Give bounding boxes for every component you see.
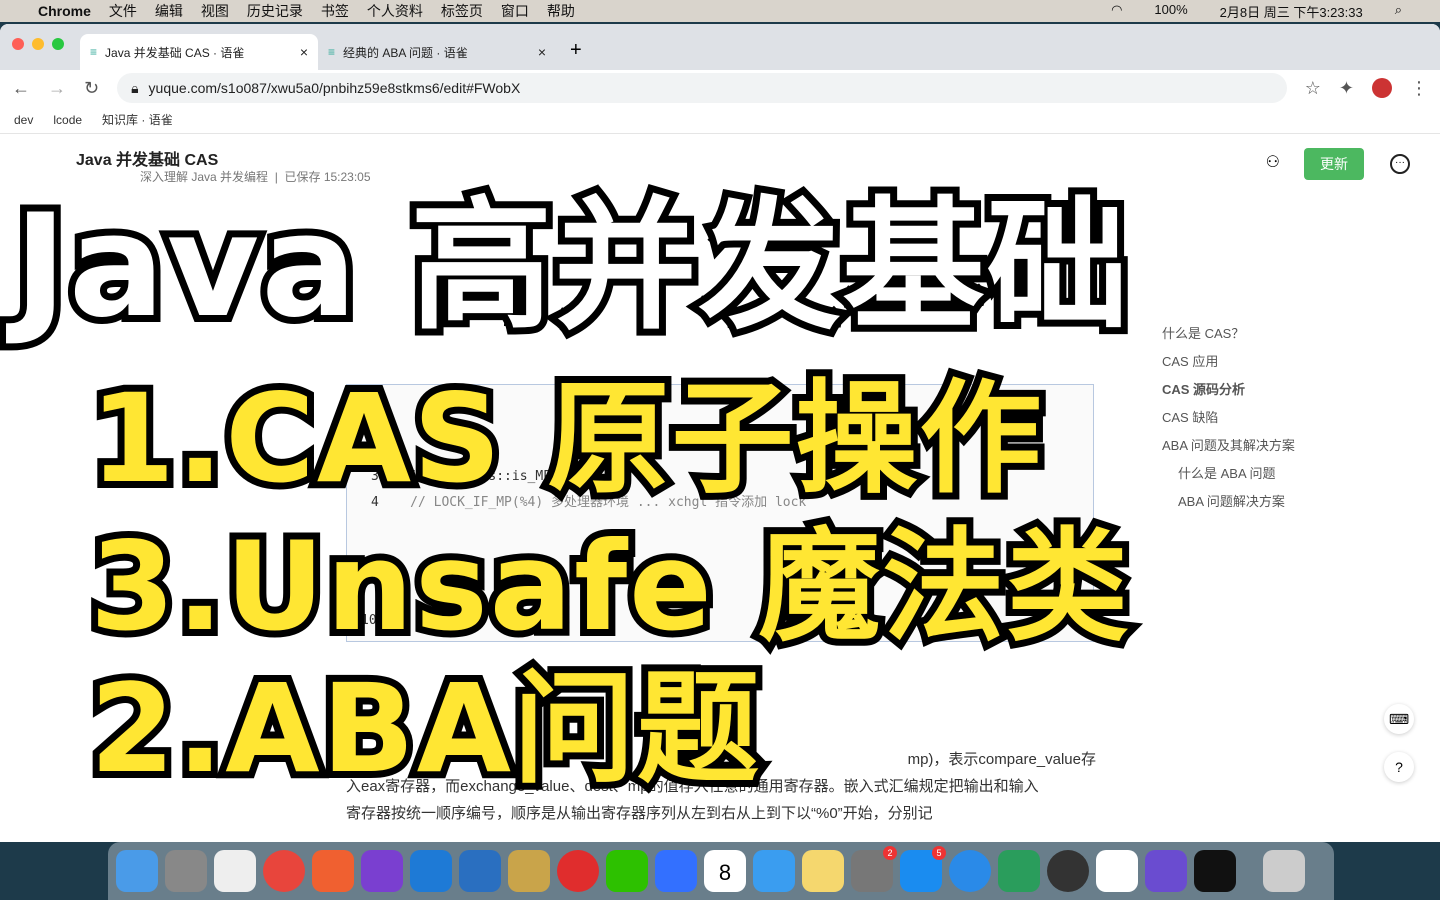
toc-item[interactable]: ABA 问题解决方案 <box>1162 488 1295 516</box>
maximize-window-button[interactable] <box>52 38 64 50</box>
calendar-icon[interactable]: 8 <box>704 850 746 892</box>
menu-item[interactable]: 书签 <box>321 1 349 21</box>
pen-app-icon[interactable] <box>312 850 354 892</box>
menu-item[interactable]: 文件 <box>109 1 137 21</box>
keyboard-icon[interactable]: ⌨ <box>1384 704 1414 734</box>
apple-tv-icon[interactable] <box>1194 850 1236 892</box>
overlay-title: Java 高并发基础 <box>7 177 1135 356</box>
feishu-icon[interactable] <box>655 850 697 892</box>
dock: 8 2 5 <box>108 842 1334 900</box>
toc-item[interactable]: CAS 应用 <box>1162 348 1295 376</box>
finder-icon[interactable] <box>116 850 158 892</box>
reload-icon[interactable]: ↻ <box>84 78 99 99</box>
toc-item[interactable]: CAS 缺陷 <box>1162 404 1295 432</box>
menu-item[interactable]: 历史记录 <box>247 1 303 21</box>
badge: 5 <box>932 846 946 860</box>
launchpad-icon[interactable] <box>165 850 207 892</box>
table-of-contents: 什么是 CAS？ CAS 应用 CAS 源码分析 CAS 缺陷 ABA 问题及其… <box>1162 320 1295 516</box>
menu-item[interactable]: 编辑 <box>155 1 183 21</box>
toc-item[interactable]: 什么是 CAS？ <box>1162 320 1295 348</box>
wifi-icon[interactable]: ◠ <box>1111 2 1122 21</box>
close-window-button[interactable] <box>12 38 24 50</box>
url-text: yuque.com/s1o087/xwu5a0/pnbihz59e8stkms6… <box>148 80 521 96</box>
forward-icon[interactable]: → <box>48 78 66 99</box>
battery-text[interactable]: 100% <box>1154 2 1187 21</box>
toc-item[interactable]: CAS 源码分析 <box>1162 376 1295 404</box>
pycharm-icon[interactable] <box>1145 850 1187 892</box>
messages-icon[interactable] <box>753 850 795 892</box>
address-bar[interactable]: 🔒︎ yuque.com/s1o087/xwu5a0/pnbihz59e8stkm… <box>117 73 1287 103</box>
new-tab-button[interactable]: + <box>570 39 582 62</box>
close-tab-icon[interactable]: × <box>300 44 308 60</box>
menu-bar: Chrome 文件 编辑 视图 历史记录 书签 个人资料 标签页 窗口 帮助 ◠… <box>0 0 1440 22</box>
menu-icon[interactable]: ⋮ <box>1410 78 1428 99</box>
database-icon[interactable] <box>508 850 550 892</box>
menu-item[interactable]: 帮助 <box>547 1 575 21</box>
bookmarks-bar: dev lcode 知识库 · 语雀 <box>0 106 1440 134</box>
bookmark-yuque[interactable]: 知识库 · 语雀 <box>102 111 173 128</box>
yuque-icon: ≡ <box>90 45 98 59</box>
close-tab-icon[interactable]: × <box>538 44 546 60</box>
wireshark-icon[interactable] <box>459 850 501 892</box>
toc-item[interactable]: ABA 问题及其解决方案 <box>1162 432 1295 460</box>
more-icon[interactable]: ··· <box>1390 154 1410 174</box>
update-button[interactable]: 更新 <box>1304 148 1364 180</box>
tab-title: 经典的 ABA 问题 · 语雀 <box>343 45 468 60</box>
bookmark-lcode[interactable]: lcode <box>53 113 82 127</box>
typora-icon[interactable] <box>214 850 256 892</box>
tab-bar: ≡ Java 并发基础 CAS · 语雀 × ≡ 经典的 ABA 问题 · 语雀 × + <box>0 24 1440 70</box>
vscode-icon[interactable] <box>410 850 452 892</box>
app-store-icon[interactable]: 5 <box>900 846 946 892</box>
add-collaborator-icon[interactable]: ⚇ <box>1266 152 1280 172</box>
yuque-icon: ≡ <box>328 45 336 59</box>
back-icon[interactable]: ← <box>12 78 30 99</box>
toolbar: ← → ↻ 🔒︎ yuque.com/s1o087/xwu5a0/pnbihz59e8… <box>0 70 1440 106</box>
toc-item[interactable]: 什么是 ABA 问题 <box>1162 460 1295 488</box>
clock[interactable]: 2月8日 周三 下午3:23:33 <box>1220 2 1363 21</box>
menu-app[interactable]: Chrome <box>38 3 91 19</box>
extensions-icon[interactable]: ✦ <box>1339 78 1354 99</box>
netease-music-icon[interactable] <box>557 850 599 892</box>
bookmark-dev[interactable]: dev <box>14 113 33 127</box>
safari-icon[interactable] <box>949 850 991 892</box>
tab-title: Java 并发基础 CAS · 语雀 <box>105 45 245 60</box>
lock-icon: 🔒︎ <box>131 79 139 96</box>
star-icon[interactable]: ☆ <box>1305 78 1321 99</box>
sourcetree-icon[interactable] <box>998 850 1040 892</box>
notes-icon[interactable] <box>802 850 844 892</box>
help-icon[interactable]: ? <box>1384 752 1414 782</box>
system-preferences-icon[interactable]: 2 <box>851 846 897 892</box>
trash-icon[interactable] <box>1263 850 1305 892</box>
minimize-window-button[interactable] <box>32 38 44 50</box>
intellij-icon[interactable] <box>361 850 403 892</box>
menu-item[interactable]: 标签页 <box>441 1 483 21</box>
menu-item[interactable]: 视图 <box>201 1 229 21</box>
tab-cas[interactable]: ≡ Java 并发基础 CAS · 语雀 × <box>80 34 318 70</box>
quicktime-icon[interactable] <box>1047 850 1089 892</box>
baidu-netdisk-icon[interactable] <box>1096 850 1138 892</box>
search-icon[interactable]: ⌕ <box>1395 2 1402 21</box>
menu-item[interactable]: 个人资料 <box>367 1 423 21</box>
overlay-line-2: 2.ABA问题 <box>83 651 766 807</box>
wechat-icon[interactable] <box>606 850 648 892</box>
menu-item[interactable]: 窗口 <box>501 1 529 21</box>
calendar-day: 8 <box>718 860 732 885</box>
tab-aba[interactable]: ≡ 经典的 ABA 问题 · 语雀 × <box>318 34 556 70</box>
profile-avatar[interactable] <box>1372 78 1392 98</box>
badge: 2 <box>883 846 897 860</box>
chrome-icon[interactable] <box>263 850 305 892</box>
